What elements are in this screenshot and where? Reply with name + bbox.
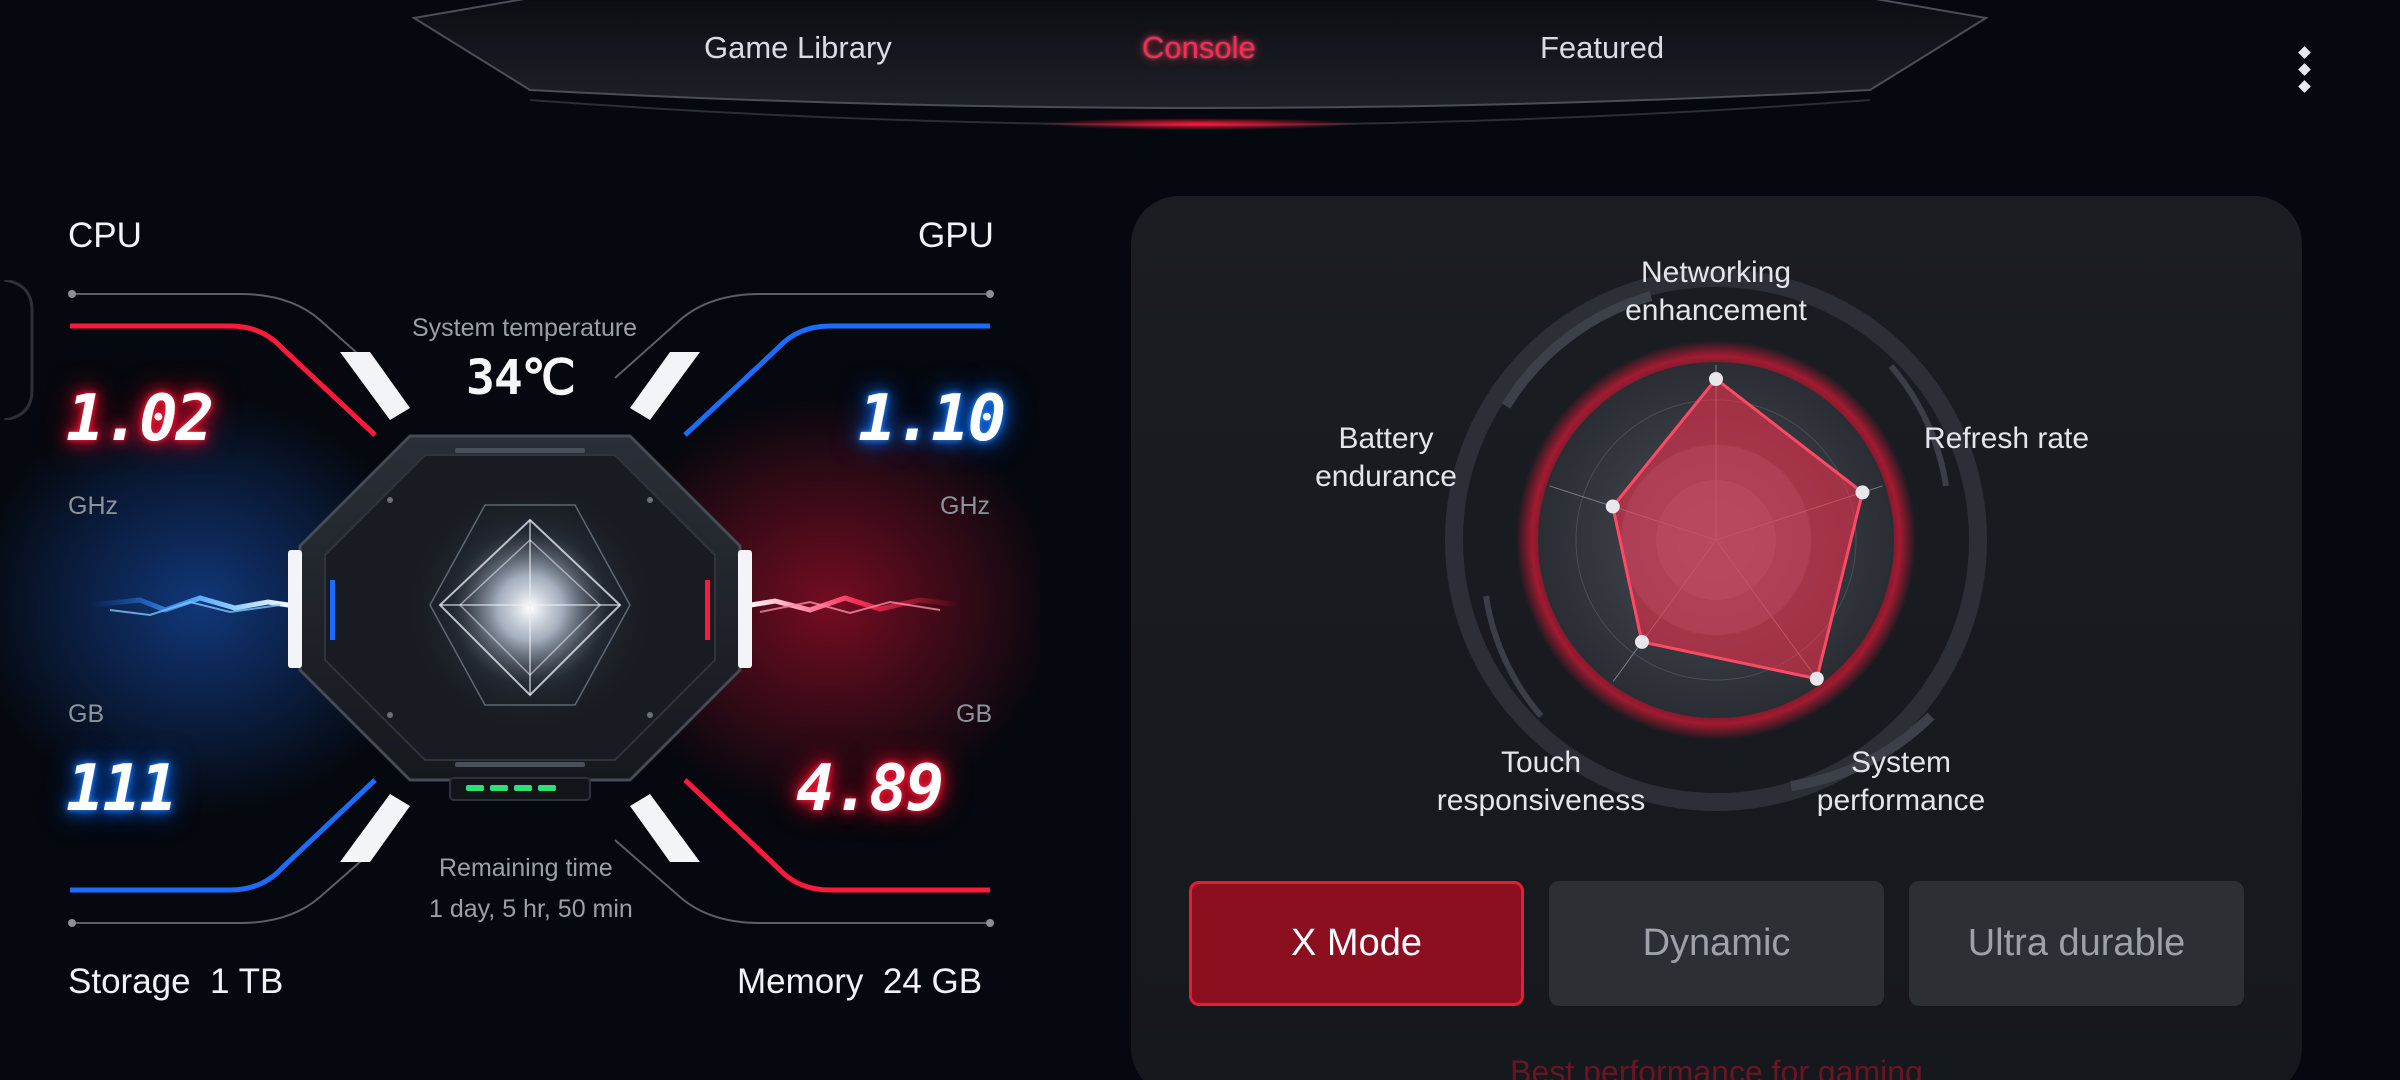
cpu-frequency-value: 1.02: [66, 382, 214, 456]
radar-point: [1634, 634, 1649, 649]
ultra-durable-mode-button[interactable]: Ultra durable: [1909, 881, 2244, 1006]
system-temperature-label: System temperature: [412, 314, 638, 342]
remaining-time-label: Remaining time: [439, 854, 613, 882]
memory-free-unit: GB: [956, 700, 993, 728]
tab-game-library[interactable]: Game Library: [704, 30, 892, 66]
dynamic-mode-button[interactable]: Dynamic: [1549, 881, 1884, 1006]
gpu-unit: GHz: [940, 492, 990, 520]
system-monitor-panel: CPU GPU System temperature 34℃ 1.02 1.10…: [0, 150, 1040, 1050]
memory-free-value: 4.89: [796, 752, 944, 826]
axis-label-refresh-rate: Refresh rate: [1924, 422, 2090, 455]
gpu-frequency-value: 1.10: [858, 382, 1006, 456]
performance-mode-panel: Networking enhancement Refresh rate Syste…: [1131, 196, 2302, 1080]
x-mode-button[interactable]: X Mode: [1189, 881, 1524, 1006]
radar-point: [1605, 499, 1620, 514]
tab-console[interactable]: Console: [1142, 30, 1256, 66]
system-temperature-value: 34℃: [466, 350, 576, 406]
memory-label: Memory: [737, 962, 864, 1001]
remaining-time-value: 1 day, 5 hr, 50 min: [429, 895, 633, 923]
storage-stat: Storage 1 TB: [68, 962, 283, 1002]
cpu-label: CPU: [68, 216, 142, 255]
storage-free-unit: GB: [68, 700, 105, 728]
more-options-icon[interactable]: [2290, 44, 2320, 104]
gpu-label: GPU: [918, 216, 994, 255]
storage-label: Storage: [68, 962, 191, 1001]
axis-label-touch-responsiveness: Touch responsiveness: [1436, 746, 1646, 817]
cpu-unit: GHz: [68, 492, 118, 520]
radar-point: [1855, 485, 1870, 500]
nav-frame: [411, 0, 1989, 130]
memory-stat: Memory 24 GB: [737, 962, 982, 1002]
tab-featured[interactable]: Featured: [1540, 30, 1664, 66]
storage-free-value: 111: [66, 752, 178, 826]
axis-label-networking: Networking enhancement: [1625, 256, 1807, 327]
radar-point: [1709, 372, 1723, 386]
mode-description: Best performance for gaming: [1510, 1054, 1923, 1080]
memory-value: 24 GB: [882, 962, 983, 1001]
top-navigation: Game Library Console Featured: [410, 0, 1990, 140]
radar-point: [1809, 671, 1824, 686]
axis-label-battery-endurance: Battery endurance: [1315, 422, 1457, 493]
axis-label-system-performance: System performance: [1816, 746, 1986, 817]
storage-value: 1 TB: [210, 962, 284, 1001]
